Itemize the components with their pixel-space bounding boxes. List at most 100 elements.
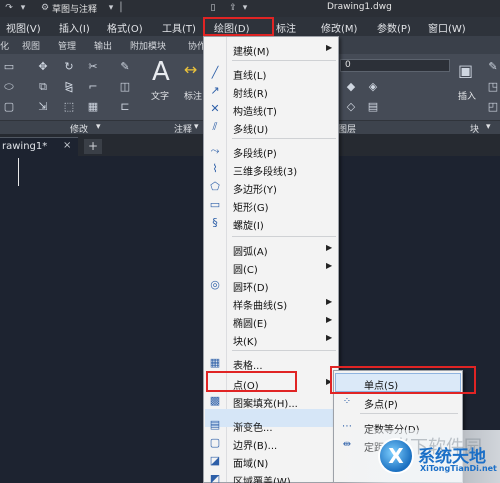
3dpoly-icon: ⌇ [212, 162, 218, 175]
draw-menu-item[interactable]: ⤳ 多段线(P) [204, 142, 338, 160]
draw-menu-item[interactable]: ▩ 图案填充(H)... [204, 392, 338, 410]
draw-menu-item[interactable]: 块(K) ▶ [204, 330, 338, 348]
draw-menu-item-label: 多段线(P) [233, 149, 277, 160]
tab-view[interactable]: 视图 [22, 39, 40, 52]
explode-icon[interactable]: ◫ [118, 80, 132, 94]
panel-expand-icon[interactable]: ▾ [96, 122, 101, 132]
draw-menu-item-label: 块(K) [233, 337, 258, 348]
tab-partial[interactable]: 化 [0, 39, 9, 52]
draw-menu-item-label: 构造线(T) [233, 107, 277, 118]
panel-expand-block-icon[interactable]: ▾ [486, 122, 491, 132]
menu-view[interactable]: 视图(V) [6, 20, 41, 35]
redo-icon[interactable]: ↷ [4, 3, 14, 13]
draw-menu-item[interactable]: 圆弧(A) ▶ [204, 240, 338, 258]
line-icon: ╱ [211, 66, 219, 79]
offset-icon[interactable]: ⊏ [118, 100, 132, 114]
draw-menu-item[interactable]: ↗ 射线(R) [204, 82, 338, 100]
select-icon[interactable]: ▭ [2, 60, 16, 74]
draw-menu-item[interactable]: ◩ 区域覆盖(W) [204, 470, 338, 483]
draw-menu-item[interactable]: 建模(M) ▶ [204, 40, 338, 58]
move-icon[interactable]: ✥ [36, 60, 50, 74]
menu-separator [232, 60, 336, 61]
draw-menu-item[interactable]: ▦ 表格... [204, 354, 338, 372]
new-tab-button[interactable]: + [84, 139, 102, 154]
draw-menu-item[interactable]: § 螺旋(I) [204, 214, 338, 232]
menu-insert[interactable]: 插入(I) [59, 20, 90, 35]
boundary-icon: ▢ [209, 436, 221, 449]
polygon-icon: ⬠ [210, 180, 220, 193]
draw-menu-item[interactable]: ▢ 边界(B)... [204, 434, 338, 452]
menu-format[interactable]: 格式(O) [107, 20, 143, 35]
draw-menu-item[interactable]: 圆(C) ▶ [204, 258, 338, 276]
ellipse-icon[interactable]: ⬭ [2, 80, 16, 94]
title-bar: ↷ ▾ ⚙ 草图与注释 ▾ │ ▯ ⇪ ▾ Drawing1.dwg [0, 0, 500, 17]
draw-menu-item-label: 图案填充(H)... [233, 399, 298, 410]
draw-menu-item[interactable]: 椭圆(E) ▶ [204, 312, 338, 330]
share-icon[interactable]: ⇪ [228, 3, 238, 13]
block-edit-icon[interactable]: ✎ [486, 60, 500, 74]
panel-expand-annotate-icon[interactable]: ▾ [194, 122, 199, 132]
block-write-icon[interactable]: ◰ [486, 100, 500, 114]
tab-manage[interactable]: 管理 [58, 39, 76, 52]
draw-menu-item-label: 建模(M) [233, 47, 270, 58]
ray-icon: ↗ [210, 84, 220, 97]
rectangle-icon: ▭ [209, 198, 221, 211]
layer-lock-icon[interactable]: ▤ [366, 100, 380, 114]
quick-access-dropdown-icon[interactable]: ▾ [240, 3, 250, 13]
insert-block-label[interactable]: 插入 [458, 89, 476, 102]
draw-menu-item[interactable]: ◪ 面域(N) [204, 452, 338, 470]
draw-menu-item[interactable]: ◎ 圆环(D) [204, 276, 338, 294]
copy-icon[interactable]: ⧉ [36, 80, 50, 94]
brush-icon[interactable]: ✎ [118, 60, 132, 74]
text-tool-label[interactable]: 文字 [151, 89, 169, 102]
draw-menu-item[interactable]: 样条曲线(S) ▶ [204, 294, 338, 312]
toolbar-separator-icon: │ [118, 3, 124, 13]
menu-separator [360, 413, 458, 414]
menu-dimension[interactable]: 标注 [276, 20, 296, 35]
workspace-dropdown-icon[interactable]: ▾ [106, 3, 116, 13]
menu-window[interactable]: 窗口(W) [428, 20, 466, 35]
menu-modify[interactable]: 修改(M) [321, 20, 357, 35]
fillet-icon[interactable]: ⌐ [86, 80, 100, 94]
region-icon: ◪ [209, 454, 221, 467]
stretch-icon[interactable]: ⇲ [36, 100, 50, 114]
draw-menu-item[interactable]: ⬠ 多边形(Y) [204, 178, 338, 196]
tab-addins[interactable]: 附加模块 [130, 39, 166, 52]
layer-properties-icon[interactable]: ◆ [344, 80, 358, 94]
close-tab-icon[interactable]: × [63, 140, 71, 151]
dimension-tool-label[interactable]: 标注 [184, 89, 202, 102]
array-icon[interactable]: ▦ [86, 100, 100, 114]
multipoint-icon: ⁘ [342, 396, 352, 407]
rectangle-icon[interactable]: ▢ [2, 100, 16, 114]
layer-freeze-icon[interactable]: ◇ [344, 100, 358, 114]
phone-icon[interactable]: ▯ [208, 3, 218, 13]
menu-parametric[interactable]: 参数(P) [377, 20, 411, 35]
draw-menu-item[interactable]: ╱ 直线(L) [204, 64, 338, 82]
mirror-icon[interactable]: ⧎ [62, 80, 76, 94]
rotate-icon[interactable]: ↻ [62, 60, 76, 74]
insert-block-icon[interactable]: ▣ [458, 63, 473, 79]
submenu-arrow-icon: ▶ [326, 43, 333, 52]
dimension-tool-icon[interactable]: ↔ [184, 60, 197, 79]
gear-icon[interactable]: ⚙ [40, 3, 50, 13]
block-attribute-icon[interactable]: ◳ [486, 80, 500, 94]
trim-icon[interactable]: ✂ [86, 60, 100, 74]
layer-state-icon[interactable]: ◈ [366, 80, 380, 94]
table-icon: ▦ [209, 356, 221, 369]
tab-output[interactable]: 输出 [94, 39, 112, 52]
point-item-highlight-box [206, 371, 297, 392]
text-tool-icon[interactable]: A [152, 58, 170, 86]
draw-menu-item[interactable]: ⌇ 三维多段线(3) [204, 160, 338, 178]
dropdown-arrow-icon[interactable]: ▾ [18, 3, 28, 13]
point-submenu-item[interactable]: ⁘ 多点(P) [334, 392, 462, 411]
draw-menu-item[interactable]: ⫽ 多线(U) [204, 118, 338, 136]
layer-dropdown-value: 0 [345, 60, 351, 70]
scale-icon[interactable]: ⬚ [62, 100, 76, 114]
workspace-name[interactable]: 草图与注释 [52, 2, 97, 15]
draw-menu-item[interactable]: ▭ 矩形(G) [204, 196, 338, 214]
menu-tools[interactable]: 工具(T) [162, 20, 196, 35]
draw-menu-item[interactable]: ▤ 渐变色... [204, 416, 338, 434]
draw-menu-item-label: 样条曲线(S) [233, 301, 288, 312]
draw-menu-item[interactable]: ✕ 构造线(T) [204, 100, 338, 118]
layer-dropdown[interactable]: 0 [340, 59, 450, 72]
